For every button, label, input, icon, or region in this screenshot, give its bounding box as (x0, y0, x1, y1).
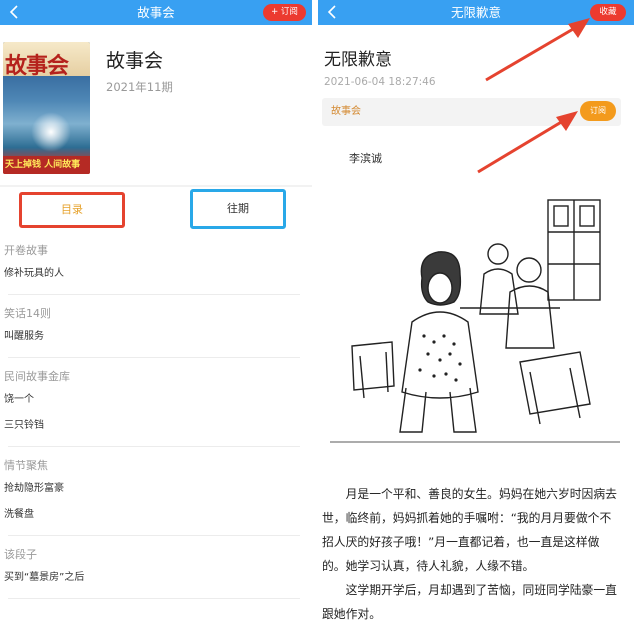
divider (8, 598, 300, 599)
cover-moon (31, 112, 71, 152)
toc-section-title: 民间故事金库 (4, 370, 70, 383)
article-timestamp: 2021-06-04 18:27:46 (324, 76, 436, 88)
toc-item[interactable]: 抢劫隐形富豪 (4, 476, 312, 502)
toc-item[interactable]: 修补玩具的人 (4, 261, 312, 287)
divider (8, 357, 300, 358)
subscribe-button[interactable]: 订阅 (580, 101, 616, 121)
page-title: 无限歉意 (450, 5, 501, 20)
divider (0, 185, 312, 187)
tab-past-issues[interactable]: 往期 (190, 189, 286, 229)
magazine-detail-screen: 故事会 + 订阅 故事会 天上掉钱 人间故事 故事会 2021年11期 目录 往… (0, 0, 312, 641)
favorite-button[interactable]: 收藏 (590, 4, 626, 21)
source-name[interactable]: 故事会 (331, 98, 361, 126)
divider (8, 535, 300, 536)
toc-section-title: 情节聚焦 (4, 459, 48, 472)
table-of-contents: 开卷故事 修补玩具的人 笑话14则 叫醒服务 民间故事金库 饶一个 三只铃铛 情… (0, 236, 312, 599)
magazine-name: 故事会 (106, 50, 164, 72)
article-paragraph: 这学期开学后，月却遇到了苦恼，同班同学陆豪一直跟她作对。 (322, 583, 617, 621)
toc-section-title: 笑话14则 (4, 307, 51, 320)
source-bar[interactable]: 故事会 订阅 (322, 98, 621, 126)
top-bar: 故事会 + 订阅 (0, 0, 312, 25)
cover-strip: 天上掉钱 人间故事 (3, 156, 90, 174)
article-title: 无限歉意 (324, 50, 392, 70)
toc-section-title: 该段子 (4, 548, 37, 561)
toc-item[interactable]: 三只铃铛 (4, 413, 312, 439)
toc-section: 笑话14则 叫醒服务 (0, 303, 312, 358)
toc-section-title: 开卷故事 (4, 244, 48, 257)
cover-title: 故事会 (5, 53, 69, 79)
article-paragraph: 月是一个平和、善良的女生。妈妈在她六岁时因病去世，临终前，妈妈抓着她的手嘱咐：“… (322, 487, 617, 573)
toc-item[interactable]: 饶一个 (4, 387, 312, 413)
article-screen: 无限歉意 收藏 无限歉意 2021-06-04 18:27:46 故事会 订阅 … (318, 0, 634, 641)
toc-section: 该段子 买到“墓景房”之后 (0, 544, 312, 599)
divider (8, 446, 300, 447)
toc-section: 民间故事金库 饶一个 三只铃铛 (0, 366, 312, 447)
toc-section: 情节聚焦 抢劫隐形富豪 洗餐盘 (0, 455, 312, 536)
article-illustration (330, 199, 620, 443)
screenshot-root: 故事会 + 订阅 故事会 天上掉钱 人间故事 故事会 2021年11期 目录 往… (0, 0, 634, 641)
top-bar: 无限歉意 收藏 (318, 0, 634, 25)
toc-item[interactable]: 洗餐盘 (4, 502, 312, 528)
toc-section: 开卷故事 修补玩具的人 (0, 240, 312, 295)
toc-item[interactable]: 买到“墓景房”之后 (4, 565, 312, 591)
subscribe-button[interactable]: + 订阅 (263, 4, 306, 21)
divider (8, 294, 300, 295)
tab-toc[interactable]: 目录 (19, 192, 125, 228)
toc-item[interactable]: 叫醒服务 (4, 324, 312, 350)
article-author: 李滨诚 (349, 152, 382, 165)
magazine-cover[interactable]: 故事会 天上掉钱 人间故事 (3, 42, 90, 174)
article-body: 月是一个平和、善良的女生。妈妈在她六岁时因病去世，临终前，妈妈抓着她的手嘱咐：“… (322, 482, 620, 626)
magazine-issue: 2021年11期 (106, 80, 173, 94)
